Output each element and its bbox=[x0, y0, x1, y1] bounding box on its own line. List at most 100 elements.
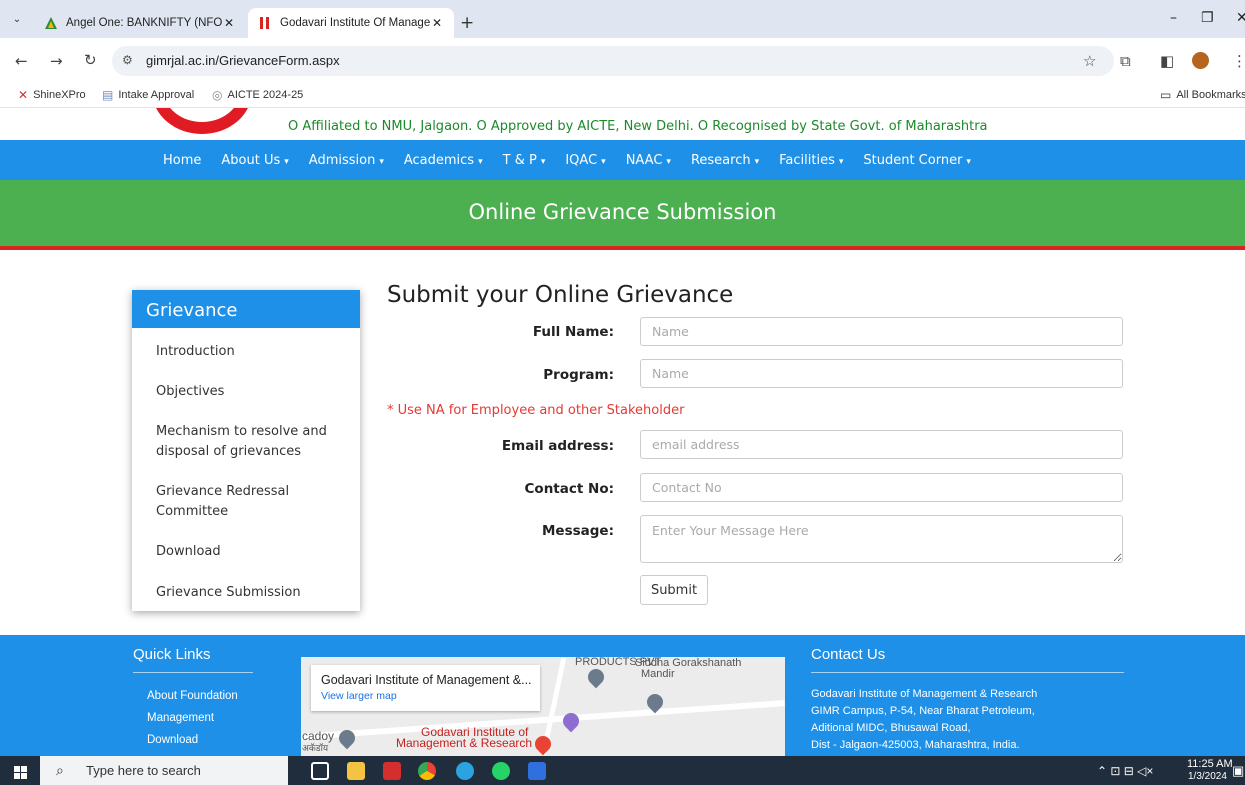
map-info-card: Godavari Institute of Management &... Vi… bbox=[311, 665, 540, 711]
institute-logo bbox=[152, 108, 252, 134]
menu-dots-icon[interactable]: ⋮ bbox=[1232, 52, 1245, 70]
bookmark-intake-approval[interactable]: ▤ Intake Approval bbox=[102, 88, 194, 102]
nav-research[interactable]: Research ▾ bbox=[691, 153, 759, 168]
sidebar-item-grievance-submission[interactable]: Grievance Submission bbox=[156, 583, 346, 603]
quick-links-title: Quick Links bbox=[133, 646, 211, 663]
all-bookmarks-label: All Bookmarks bbox=[1176, 89, 1245, 101]
view-larger-map-link[interactable]: View larger map bbox=[321, 690, 530, 702]
sidebar-item-introduction[interactable]: Introduction bbox=[156, 342, 346, 362]
email-label: Email address: bbox=[501, 438, 614, 454]
message-textarea[interactable] bbox=[640, 515, 1123, 563]
nav-label: Academics bbox=[403, 152, 475, 168]
search-icon: ⌕ bbox=[56, 762, 64, 778]
clock-date[interactable]: 1/3/2024 bbox=[1188, 771, 1227, 782]
full-name-label: Full Name: bbox=[532, 324, 614, 340]
affiliation-text: O Affiliated to NMU, Jalgaon. O Approved… bbox=[288, 119, 988, 134]
embedded-map[interactable]: Godavari Institute of Management &... Vi… bbox=[301, 657, 785, 756]
location-pin-icon bbox=[531, 732, 555, 756]
address-line: Dist - Jalgaon-425003, Maharashtra, Indi… bbox=[811, 739, 1020, 751]
nav-label: Facilities bbox=[779, 152, 835, 168]
bookmark-label: ShineXPro bbox=[33, 89, 86, 101]
new-tab-plus-icon[interactable]: + bbox=[460, 14, 474, 32]
all-bookmarks[interactable]: ▭ All Bookmarks bbox=[1160, 88, 1245, 102]
map-place-title: Godavari Institute of Management &... bbox=[321, 673, 532, 687]
folder-icon: ▭ bbox=[1160, 88, 1172, 102]
whatsapp-icon[interactable] bbox=[492, 762, 510, 780]
nav-t-and-p[interactable]: T & P ▾ bbox=[503, 153, 546, 168]
bookmark-label: Intake Approval bbox=[118, 89, 195, 101]
sidebar-item-objectives[interactable]: Objectives bbox=[156, 382, 346, 402]
windows-start-icon[interactable] bbox=[14, 764, 27, 779]
tab-search-chevron-icon[interactable]: ⌄ bbox=[8, 11, 26, 29]
caret-down-icon: ▾ bbox=[754, 156, 760, 167]
nav-facilities[interactable]: Facilities ▾ bbox=[779, 153, 843, 168]
nav-admission[interactable]: Admission ▾ bbox=[309, 153, 384, 168]
sidebar-item-mechanism[interactable]: Mechanism to resolve and disposal of gri… bbox=[156, 422, 346, 462]
page-icon: ▤ bbox=[102, 88, 114, 102]
file-explorer-icon[interactable] bbox=[347, 762, 365, 780]
forward-arrow-icon[interactable]: → bbox=[50, 52, 63, 70]
sidebar-item-committee[interactable]: Grievance Redressal Committee bbox=[156, 482, 346, 522]
browser-tab-godavari[interactable]: Godavari Institute Of Managem ✕ bbox=[248, 8, 454, 38]
acrobat-icon[interactable] bbox=[383, 762, 401, 780]
clock-time[interactable]: 11:25 AM bbox=[1187, 758, 1233, 770]
nav-home[interactable]: Home bbox=[163, 153, 201, 168]
window-close-icon[interactable]: ✕ bbox=[1236, 10, 1245, 26]
contact-input[interactable] bbox=[640, 473, 1123, 502]
email-input[interactable] bbox=[640, 430, 1123, 459]
sidebar-item-download[interactable]: Download bbox=[156, 542, 346, 562]
address-line: GIMR Campus, P-54, Near Bharat Petroleum… bbox=[811, 705, 1035, 717]
site-settings-icon[interactable]: ⚙ bbox=[122, 53, 133, 67]
submit-button[interactable]: Submit bbox=[640, 575, 708, 605]
contact-us-title: Contact Us bbox=[811, 646, 886, 663]
caret-down-icon: ▾ bbox=[379, 156, 384, 167]
nav-student-corner[interactable]: Student Corner ▾ bbox=[863, 153, 971, 168]
nav-about-us[interactable]: About Us ▾ bbox=[221, 153, 288, 168]
profile-avatar[interactable] bbox=[1192, 52, 1209, 69]
app-icon[interactable] bbox=[528, 762, 546, 780]
back-arrow-icon[interactable]: ← bbox=[15, 52, 28, 70]
footer-link-download[interactable]: Download bbox=[147, 734, 198, 746]
address-bar[interactable]: gimrjal.ac.in/GrievanceForm.aspx bbox=[112, 46, 1114, 76]
map-pin-icon bbox=[584, 665, 608, 689]
chrome-icon[interactable] bbox=[418, 762, 436, 780]
program-input[interactable] bbox=[640, 359, 1123, 388]
godavari-favicon-icon bbox=[260, 17, 269, 29]
page-title: Online Grievance Submission bbox=[468, 200, 777, 224]
nav-iqac[interactable]: IQAC ▾ bbox=[565, 153, 605, 168]
task-view-icon[interactable] bbox=[311, 762, 329, 780]
message-label: Message: bbox=[542, 523, 614, 539]
reload-icon[interactable]: ↻ bbox=[84, 51, 97, 69]
telegram-icon[interactable] bbox=[456, 762, 474, 780]
bookmark-shinexpro[interactable]: ✕ ShineXPro bbox=[18, 88, 86, 102]
nav-label: T & P bbox=[502, 152, 537, 168]
close-tab-icon[interactable]: ✕ bbox=[430, 16, 444, 30]
bookmark-star-icon[interactable]: ☆ bbox=[1083, 52, 1096, 70]
sidebar-title: Grievance bbox=[132, 290, 360, 328]
nav-academics[interactable]: Academics ▾ bbox=[404, 153, 483, 168]
minimize-icon[interactable]: – bbox=[1170, 10, 1177, 26]
angel-one-favicon-icon bbox=[45, 17, 57, 29]
close-tab-icon[interactable]: ✕ bbox=[222, 16, 236, 30]
notification-icon[interactable]: ▣ bbox=[1232, 763, 1244, 779]
extensions-puzzle-icon[interactable]: ⧉ bbox=[1120, 52, 1131, 70]
stakeholder-note: * Use NA for Employee and other Stakehol… bbox=[387, 403, 685, 418]
footer-link-management[interactable]: Management bbox=[147, 712, 214, 724]
footer-link-about-foundation[interactable]: About Foundation bbox=[147, 690, 238, 702]
full-name-input[interactable] bbox=[640, 317, 1123, 346]
tray-icons[interactable]: ⌃ ⊡ ⊟ ◁× bbox=[1097, 764, 1153, 778]
restore-icon[interactable]: ❐ bbox=[1201, 10, 1214, 26]
program-label: Program: bbox=[543, 367, 614, 383]
web-page: O Affiliated to NMU, Jalgaon. O Approved… bbox=[0, 108, 1245, 756]
taskbar-search-box[interactable]: ⌕ Type here to search bbox=[40, 756, 288, 785]
side-panel-icon[interactable]: ◧ bbox=[1160, 52, 1174, 70]
map-label-temple-2: Mandir bbox=[641, 668, 675, 680]
nav-label: IQAC bbox=[565, 152, 598, 168]
bookmark-aicte[interactable]: ◎ AICTE 2024-25 bbox=[212, 88, 303, 102]
divider bbox=[133, 672, 253, 673]
nav-label: Research bbox=[690, 152, 751, 168]
nav-naac[interactable]: NAAC ▾ bbox=[626, 153, 671, 168]
bookmark-label: AICTE 2024-25 bbox=[227, 89, 304, 101]
caret-down-icon: ▾ bbox=[966, 156, 971, 167]
browser-tab-angel-one[interactable]: Angel One: BANKNIFTY (NFO) 2 ✕ bbox=[34, 8, 246, 38]
